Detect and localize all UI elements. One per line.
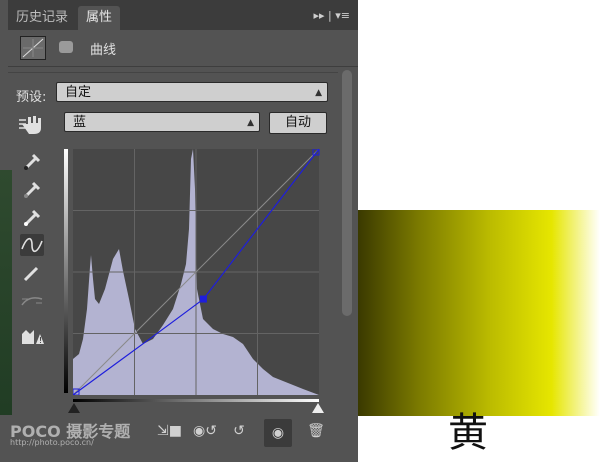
trash-icon[interactable]: 🗑	[305, 423, 327, 443]
yellow-gradient	[358, 210, 600, 416]
curves-graph[interactable]	[60, 145, 326, 415]
hand-tool-icon[interactable]	[18, 112, 44, 136]
visibility-icon[interactable]: ◉	[264, 419, 292, 447]
tab-history[interactable]: 历史记录	[8, 6, 76, 30]
scrollbar[interactable]	[342, 70, 352, 316]
tab-properties[interactable]: 属性	[78, 6, 121, 30]
clipping-warning-icon[interactable]: !	[20, 326, 44, 348]
chevron-updown-icon: ▲	[247, 118, 254, 128]
clip-to-layer-icon[interactable]: ⇲■	[157, 423, 182, 443]
view-previous-icon[interactable]: ◉↺	[193, 423, 217, 443]
preset-label: 预设:	[16, 90, 47, 105]
mask-icon[interactable]	[54, 36, 78, 58]
tab-bar: 历史记录 属性 ▸▸ | ▾≡	[8, 0, 358, 30]
auto-button[interactable]: 自动	[269, 112, 327, 134]
preset-select[interactable]: 自定 ▲	[56, 82, 328, 102]
chevron-updown-icon: ▲	[315, 88, 322, 98]
input-gradient	[73, 399, 319, 402]
black-point-slider[interactable]	[66, 403, 82, 415]
preset-value: 自定	[65, 85, 92, 100]
curve-point[interactable]	[199, 295, 207, 303]
properties-panel: 历史记录 属性 ▸▸ | ▾≡ 曲线 预设: 自定 ▲ 蓝 ▲ 自动 ! ⇲■ …	[0, 0, 358, 462]
panel-menu-icon[interactable]: ▸▸ | ▾≡	[314, 9, 350, 22]
watermark-url: http://photo.poco.cn/	[10, 438, 94, 447]
curves-icon[interactable]	[20, 36, 46, 60]
properties-header: 曲线	[8, 30, 358, 67]
canvas-caption: 黄	[448, 410, 488, 456]
eyedropper-black-icon[interactable]	[20, 150, 44, 172]
svg-text:!: !	[39, 336, 42, 345]
divider	[8, 72, 338, 73]
output-gradient	[64, 149, 68, 393]
smooth-icon[interactable]	[20, 290, 44, 312]
channel-select[interactable]: 蓝 ▲	[64, 112, 260, 132]
curve-graph[interactable]	[73, 149, 321, 395]
pencil-icon[interactable]	[20, 262, 44, 284]
eyedropper-gray-icon[interactable]	[20, 178, 44, 200]
white-point-slider[interactable]	[310, 403, 326, 415]
channel-value: 蓝	[73, 115, 87, 130]
properties-title: 曲线	[90, 43, 117, 58]
eyedropper-white-icon[interactable]	[20, 206, 44, 228]
curve-tool-icon[interactable]	[20, 234, 44, 256]
reset-icon[interactable]: ↺	[228, 423, 250, 443]
